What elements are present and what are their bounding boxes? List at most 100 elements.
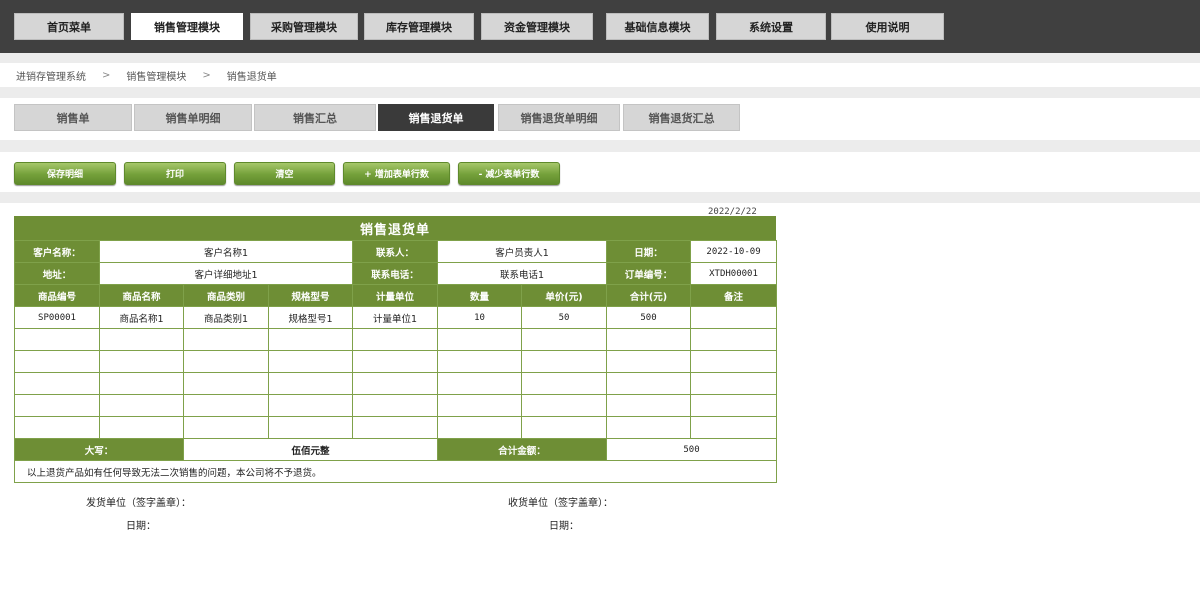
table-cell[interactable] [352,350,438,373]
phone-field[interactable]: 联系电话1 [436,262,608,285]
table-cell[interactable] [606,328,692,351]
table-cell[interactable] [520,416,608,439]
table-row [14,350,778,373]
column-header: 计量单位 [352,284,438,307]
breadcrumb-item-system[interactable]: 进销存管理系统 [16,68,86,83]
table-row [14,416,778,439]
table-cell[interactable]: 50 [520,306,608,329]
table-cell[interactable] [99,328,184,351]
table-cell[interactable] [183,416,269,439]
table-cell[interactable] [606,372,692,395]
add-rows-button[interactable]: + 增加表单行数 [343,162,450,185]
breadcrumb-item-module[interactable]: 销售管理模块 [126,68,186,83]
address-field[interactable]: 客户详细地址1 [99,262,353,285]
action-toolbar: 保存明细 打印 清空 + 增加表单行数 - 减少表单行数 [0,152,1200,192]
tab-sales-summary[interactable]: 销售汇总 [254,104,376,131]
table-cell[interactable] [520,372,608,395]
table-cell[interactable] [99,350,184,373]
total-row: 大写： 伍佰元整 合计金额： 500 [14,438,778,461]
sub-tab-bar: 销售单 销售单明细 销售汇总 销售退货单 销售退货单明细 销售退货汇总 [0,98,1200,140]
contact-field[interactable]: 客户员责人1 [436,240,608,263]
top-nav-settings[interactable]: 系统设置 [716,13,826,40]
top-nav-help[interactable]: 使用说明 [831,13,944,40]
table-cell[interactable] [690,394,778,417]
table-cell[interactable] [14,394,100,417]
table-cell[interactable] [437,372,522,395]
customer-field[interactable]: 客户名称1 [99,240,353,263]
top-nav-sales[interactable]: 销售管理模块 [131,13,243,40]
table-cell[interactable]: 10 [437,306,522,329]
column-header: 备注 [690,284,778,307]
table-cell[interactable] [437,416,522,439]
table-cell[interactable] [99,372,184,395]
table-cell[interactable] [690,350,778,373]
top-nav-inventory[interactable]: 库存管理模块 [364,13,474,40]
table-cell[interactable] [606,416,692,439]
table-cell[interactable] [352,372,438,395]
date-field[interactable]: 2022-10-09 [690,240,778,263]
order-no-field[interactable]: XTDH00001 [690,262,778,285]
table-cell[interactable] [520,328,608,351]
top-nav-funds[interactable]: 资金管理模块 [481,13,593,40]
top-nav-basic-info[interactable]: 基础信息模块 [606,13,709,40]
table-cell[interactable]: 规格型号1 [268,306,353,329]
table-cell[interactable] [690,306,778,329]
table-cell[interactable] [268,328,353,351]
table-cell[interactable] [183,328,269,351]
table-cell[interactable]: 商品类别1 [183,306,269,329]
table-cell[interactable] [352,394,438,417]
table-cell[interactable] [183,372,269,395]
table-cell[interactable] [268,416,353,439]
table-cell[interactable]: SP00001 [14,306,100,329]
date-label: 日期： [606,240,692,263]
column-header: 单价(元) [520,284,608,307]
form-title: 销售退货单 [14,216,776,240]
table-cell[interactable] [606,394,692,417]
table-cell[interactable] [14,328,100,351]
save-detail-button[interactable]: 保存明细 [14,162,116,185]
table-cell[interactable]: 商品名称1 [99,306,184,329]
table-cell[interactable]: 500 [606,306,692,329]
table-cell[interactable] [14,416,100,439]
tab-sales-return-detail[interactable]: 销售退货单明细 [498,104,620,131]
tab-sales-return-summary[interactable]: 销售退货汇总 [623,104,740,131]
table-cell[interactable] [437,350,522,373]
receiver-date-label: 日期： [549,521,579,532]
tab-sales-return[interactable]: 销售退货单 [378,104,494,131]
clear-button[interactable]: 清空 [234,162,335,185]
breadcrumb-separator: > [102,69,111,81]
table-cell[interactable] [690,416,778,439]
table-cell[interactable] [520,350,608,373]
top-nav-purchase[interactable]: 采购管理模块 [250,13,358,40]
table-cell[interactable] [268,394,353,417]
table-cell[interactable] [690,372,778,395]
table-cell[interactable] [268,350,353,373]
table-cell[interactable] [437,328,522,351]
address-label: 地址： [14,262,100,285]
table-cell[interactable] [690,328,778,351]
table-cell[interactable] [14,372,100,395]
table-cell[interactable] [268,372,353,395]
table-cell[interactable] [606,350,692,373]
table-cell[interactable] [437,394,522,417]
table-header-row: 商品编号 商品名称 商品类别 规格型号 计量单位 数量 单价(元) 合计(元) … [14,284,778,307]
table-cell[interactable] [183,394,269,417]
table-cell[interactable]: 计量单位1 [352,306,438,329]
print-button[interactable]: 打印 [124,162,226,185]
table-cell[interactable] [99,416,184,439]
top-nav-home[interactable]: 首页菜单 [14,13,124,40]
column-header: 数量 [437,284,522,307]
breadcrumb-item-current: 销售退货单 [226,71,277,83]
tab-sales-order-detail[interactable]: 销售单明细 [134,104,252,131]
table-cell[interactable] [99,394,184,417]
info-row: 地址： 客户详细地址1 联系电话： 联系电话1 订单编号： XTDH00001 [14,262,778,285]
table-cell[interactable] [183,350,269,373]
table-cell[interactable] [520,394,608,417]
table-cell[interactable] [14,350,100,373]
table-cell[interactable] [352,328,438,351]
tab-sales-order[interactable]: 销售单 [14,104,132,131]
remove-rows-button[interactable]: - 减少表单行数 [458,162,560,185]
breadcrumb-separator: > [202,69,211,81]
table-row [14,394,778,417]
table-cell[interactable] [352,416,438,439]
